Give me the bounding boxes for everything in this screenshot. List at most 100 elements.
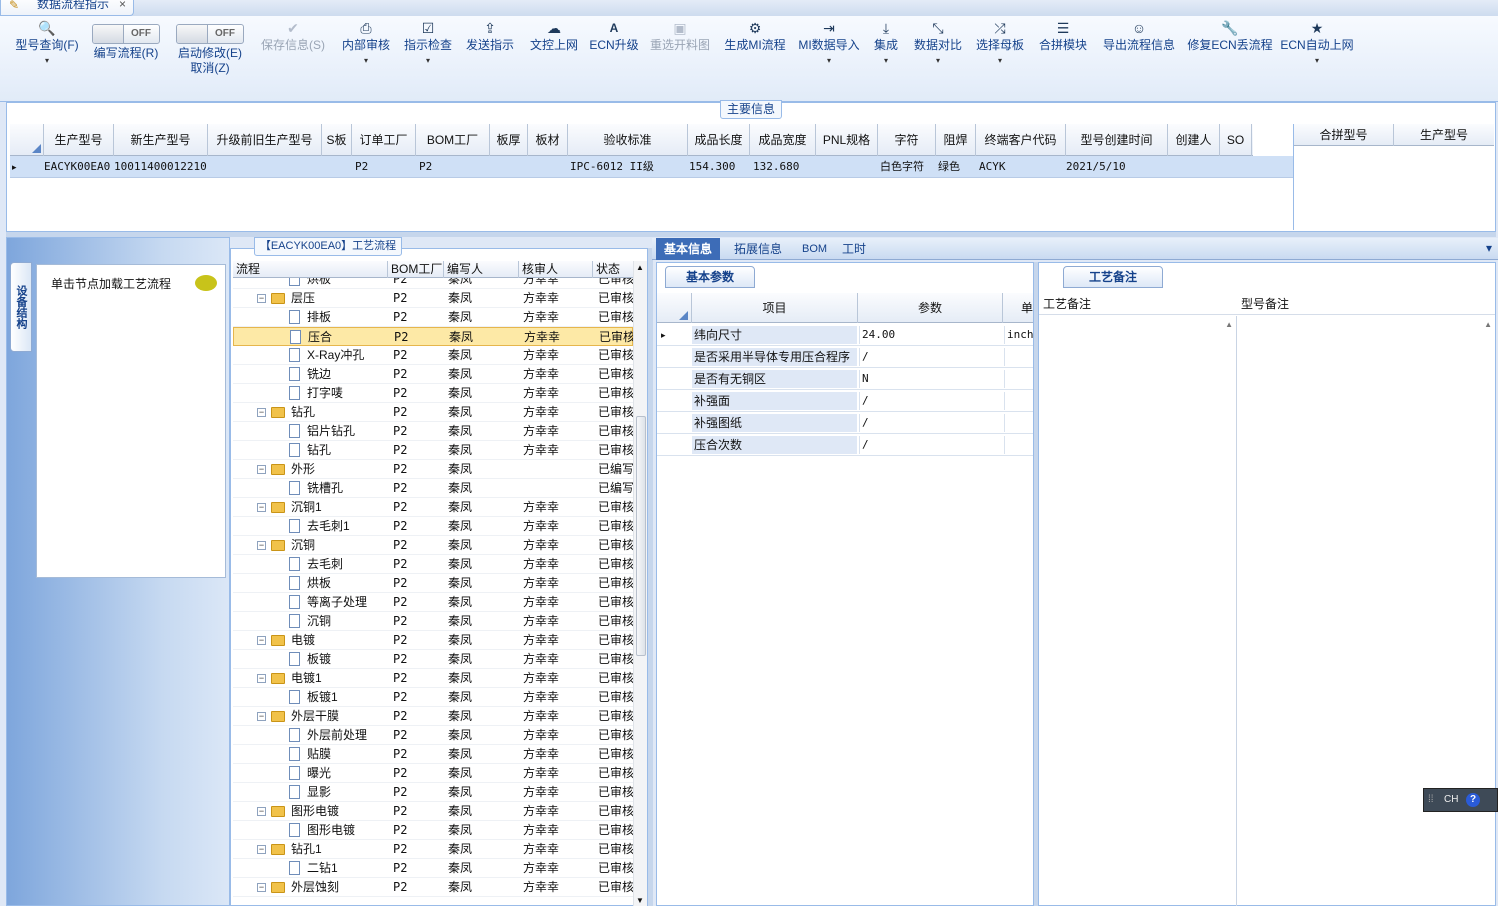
col-header[interactable]: 板厚: [490, 124, 528, 156]
process-remark-textarea[interactable]: ▲: [1039, 316, 1237, 906]
tree-row[interactable]: − 钻孔1 P2 秦凤 方幸幸 已审核: [233, 840, 633, 859]
close-icon[interactable]: ×: [119, 0, 126, 12]
collapse-icon[interactable]: −: [257, 503, 266, 512]
internal-review-button[interactable]: ⎙ 内部审核 ▾: [338, 18, 394, 98]
col-header[interactable]: 验收标准: [568, 124, 688, 156]
param-value[interactable]: 24.00: [859, 326, 1002, 344]
tree-row[interactable]: − 图形电镀 P2 秦凤 方幸幸 已审核: [233, 802, 633, 821]
tree-row[interactable]: 图形电镀 P2 秦凤 方幸幸 已审核: [233, 821, 633, 840]
param-row[interactable]: 是否采用半导体专用压合程序 /: [657, 346, 1033, 368]
col-header[interactable]: 终端客户代码: [976, 124, 1066, 156]
send-instruction-button[interactable]: ⇪ 发送指示: [462, 18, 518, 98]
scroll-up-icon[interactable]: ▲: [1225, 320, 1233, 329]
start-modify-switch[interactable]: OFF: [176, 24, 244, 44]
tree-row[interactable]: 铣槽孔 P2 秦凤 已编写: [233, 479, 633, 498]
chevron-down-icon[interactable]: ▾: [1486, 241, 1492, 255]
mi-import-button[interactable]: ⇥ MI数据导入 ▾: [796, 18, 862, 98]
vertical-splitter[interactable]: [648, 248, 653, 906]
param-value[interactable]: N: [859, 370, 1002, 388]
language-indicator[interactable]: CH: [1444, 794, 1458, 805]
tree-row[interactable]: 板镀1 P2 秦凤 方幸幸 已审核: [233, 688, 633, 707]
col-header[interactable]: 创建人: [1168, 124, 1220, 156]
param-row[interactable]: 补强图纸 /: [657, 412, 1033, 434]
window-tab[interactable]: ✎ 数据流程指示 ×: [0, 0, 134, 16]
node-list[interactable]: 单击节点加载工艺流程: [36, 264, 226, 578]
tree-row[interactable]: − 外层蚀刻 P2 秦凤 方幸幸 已审核: [233, 878, 633, 897]
col-header[interactable]: SO: [1220, 124, 1252, 156]
tree-row[interactable]: 烘板 P2 秦凤 方幸幸 已审核: [233, 278, 633, 289]
tree-row[interactable]: − 沉铜 P2 秦凤 方幸幸 已审核: [233, 536, 633, 555]
start-modify-toggle[interactable]: OFF 启动修改(E) 取消(Z): [172, 18, 248, 98]
collapse-icon[interactable]: −: [257, 674, 266, 683]
scroll-up-icon[interactable]: ▲: [636, 263, 644, 272]
tab-basic-info[interactable]: 基本信息: [656, 238, 721, 260]
write-flow-switch[interactable]: OFF: [92, 24, 160, 44]
tab-extended-info[interactable]: 拓展信息: [726, 238, 790, 260]
param-row[interactable]: 压合次数 /: [657, 434, 1033, 456]
col-header[interactable]: 状态: [593, 261, 633, 278]
tree-row[interactable]: − 钻孔 P2 秦凤 方幸幸 已审核: [233, 403, 633, 422]
tree-row[interactable]: 沉铜 P2 秦凤 方幸幸 已审核: [233, 612, 633, 631]
col-header[interactable]: 生产型号: [44, 124, 114, 156]
tree-row[interactable]: 板镀 P2 秦凤 方幸幸 已审核: [233, 650, 633, 669]
col-header[interactable]: BOM工厂: [388, 261, 444, 278]
instruction-check-button[interactable]: ☑ 指示检查 ▾: [400, 18, 456, 98]
col-header[interactable]: 新生产型号: [114, 124, 208, 156]
tree-row[interactable]: 曝光 P2 秦凤 方幸幸 已审核: [233, 764, 633, 783]
tree-row[interactable]: 二钻1 P2 秦凤 方幸幸 已审核: [233, 859, 633, 878]
collapse-icon[interactable]: −: [257, 294, 266, 303]
col-header[interactable]: 生产型号: [1394, 124, 1494, 146]
model-query-button[interactable]: 🔍 型号查询(F) ▾: [12, 18, 82, 98]
collapse-icon[interactable]: −: [257, 845, 266, 854]
col-header[interactable]: 参数: [858, 293, 1003, 323]
help-icon[interactable]: ?: [1466, 793, 1480, 807]
write-flow-toggle[interactable]: OFF 编写流程(R): [88, 18, 164, 98]
choose-mother-button[interactable]: ⤮ 选择母板 ▾: [972, 18, 1028, 98]
col-header[interactable]: 编写人: [444, 261, 519, 278]
param-value[interactable]: /: [859, 392, 1002, 410]
tree-row[interactable]: 等离子处理 P2 秦凤 方幸幸 已审核: [233, 593, 633, 612]
param-value[interactable]: /: [859, 348, 1002, 366]
select-all-corner[interactable]: [657, 293, 692, 323]
col-header[interactable]: 型号创建时间: [1066, 124, 1168, 156]
collapse-icon[interactable]: −: [257, 465, 266, 474]
param-row[interactable]: 补强面 /: [657, 390, 1033, 412]
model-remark-textarea[interactable]: ▲: [1239, 316, 1495, 906]
export-flow-button[interactable]: ☺ 导出流程信息: [1098, 18, 1180, 98]
col-header[interactable]: 流程: [233, 261, 388, 278]
tree-row[interactable]: 排板 P2 秦凤 方幸幸 已审核: [233, 308, 633, 327]
equipment-structure-tab[interactable]: 设备结构: [10, 262, 32, 352]
reselect-drawing-button[interactable]: ▣ 重选开料图: [646, 18, 714, 98]
col-header[interactable]: 合拼型号: [1294, 124, 1394, 146]
param-value[interactable]: /: [859, 436, 1002, 454]
tree-row[interactable]: 去毛刺1 P2 秦凤 方幸幸 已审核: [233, 517, 633, 536]
tree-row[interactable]: 压合 P2 秦凤 方幸幸 已审核: [233, 327, 633, 346]
tree-row[interactable]: − 电镀 P2 秦凤 方幸幸 已审核: [233, 631, 633, 650]
tree-row[interactable]: 贴膜 P2 秦凤 方幸幸 已审核: [233, 745, 633, 764]
repair-ecn-button[interactable]: 🔧 修复ECN丢流程: [1186, 18, 1274, 98]
tree-row[interactable]: − 层压 P2 秦凤 方幸幸 已审核: [233, 289, 633, 308]
col-header[interactable]: 成品长度: [688, 124, 750, 156]
collapse-icon[interactable]: −: [257, 408, 266, 417]
col-header[interactable]: 阻焊: [936, 124, 976, 156]
scroll-up-icon[interactable]: ▲: [1484, 320, 1492, 329]
collapse-icon[interactable]: −: [257, 883, 266, 892]
col-header[interactable]: 单: [1003, 293, 1033, 323]
tab-work-hours[interactable]: 工时: [834, 238, 874, 260]
tree-row[interactable]: 铝片钻孔 P2 秦凤 方幸幸 已审核: [233, 422, 633, 441]
tree-row[interactable]: 铣边 P2 秦凤 方幸幸 已审核: [233, 365, 633, 384]
process-tree-scrollbar[interactable]: ▲ ▼: [633, 261, 647, 906]
param-row[interactable]: 是否有无铜区 N: [657, 368, 1033, 390]
tree-row[interactable]: 钻孔 P2 秦凤 方幸幸 已审核: [233, 441, 633, 460]
col-header[interactable]: 核审人: [519, 261, 593, 278]
tree-row[interactable]: − 电镀1 P2 秦凤 方幸幸 已审核: [233, 669, 633, 688]
language-bar[interactable]: ⁞⁞ CH ?: [1423, 788, 1498, 812]
param-row[interactable]: ▸ 纬向尺寸 24.00 inch: [657, 324, 1033, 346]
tree-row[interactable]: 显影 P2 秦凤 方幸幸 已审核: [233, 783, 633, 802]
scrollbar-thumb[interactable]: [636, 416, 646, 656]
col-header[interactable]: PNL规格: [816, 124, 878, 156]
col-header[interactable]: 板材: [528, 124, 568, 156]
ecn-auto-button[interactable]: ★ ECN自动上网 ▾: [1280, 18, 1354, 98]
col-header[interactable]: 成品宽度: [750, 124, 816, 156]
col-header[interactable]: 项目: [692, 293, 858, 323]
